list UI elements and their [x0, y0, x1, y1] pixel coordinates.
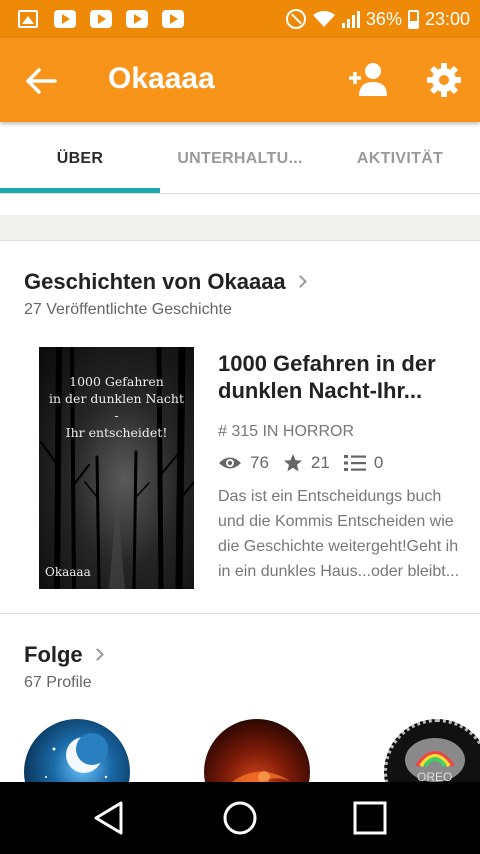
stories-section-title: Geschichten von Okaaaa: [24, 269, 286, 294]
battery-percent: 36%: [365, 8, 402, 29]
status-bar: 36% 23:00: [0, 0, 480, 38]
following-section-title: Folge: [24, 642, 83, 667]
cover-title-text: 1000 Gefahren in der dunklen Nacht - Ihr…: [49, 374, 184, 440]
tab-about[interactable]: ÜBER: [0, 124, 160, 194]
youtube-notification-icon: [162, 10, 184, 28]
cover-author-text: Okaaaa: [45, 565, 91, 579]
story-cover[interactable]: 1000 Gefahren in der dunklen Nacht - Ihr…: [39, 347, 194, 589]
tab-conversations[interactable]: UNTERHALTU...: [160, 124, 320, 194]
list-icon: [343, 455, 366, 471]
chevron-right-icon: [90, 647, 104, 661]
nav-back-icon[interactable]: [91, 800, 127, 836]
nav-home-icon[interactable]: [222, 800, 258, 836]
story-title[interactable]: 1000 Gefahren in der dunklen Nacht-Ihr..…: [218, 350, 468, 404]
votes-count: 21: [310, 453, 330, 472]
star-icon: [283, 454, 302, 472]
tab-activity[interactable]: AKTIVITÄT: [320, 124, 480, 194]
youtube-notification-icon: [90, 10, 112, 28]
eye-icon: [219, 457, 241, 469]
gallery-notification-icon: [18, 10, 38, 28]
story-stats: 76 21 0: [218, 452, 397, 474]
add-user-icon[interactable]: [346, 60, 390, 100]
system-nav-bar: [0, 782, 480, 854]
reads-count: 76: [250, 453, 269, 472]
profile-tabs: ÜBER UNTERHALTU... AKTIVITÄT: [0, 124, 480, 194]
clock: 23:00: [424, 8, 470, 29]
section-separator: [0, 215, 480, 241]
battery-icon: [407, 9, 419, 29]
active-tab-indicator: [0, 188, 160, 193]
wifi-icon: [312, 11, 335, 27]
stories-count: 27 Veröffentlichte Geschichte: [24, 301, 232, 318]
following-count: 67 Profile: [24, 674, 92, 691]
settings-gear-icon[interactable]: [426, 62, 462, 98]
youtube-notification-icon: [126, 10, 148, 28]
signal-icon: [341, 10, 360, 28]
page-title: Okaaaa: [108, 62, 215, 95]
do-not-disturb-icon: [285, 9, 306, 29]
following-section-header[interactable]: Folge: [24, 642, 104, 668]
divider: [0, 613, 480, 614]
chevron-right-icon: [293, 274, 307, 288]
nav-recents-icon[interactable]: [352, 800, 388, 836]
story-rank: # 315 IN HORROR: [218, 423, 355, 440]
story-description: Das ist ein Entscheidungs buch und die K…: [218, 488, 460, 580]
app-bar: Okaaaa: [0, 38, 480, 122]
parts-count: 0: [373, 453, 384, 472]
back-arrow-icon[interactable]: [24, 66, 58, 96]
youtube-notification-icon: [54, 10, 76, 28]
stories-section-header[interactable]: Geschichten von Okaaaa: [24, 269, 307, 295]
